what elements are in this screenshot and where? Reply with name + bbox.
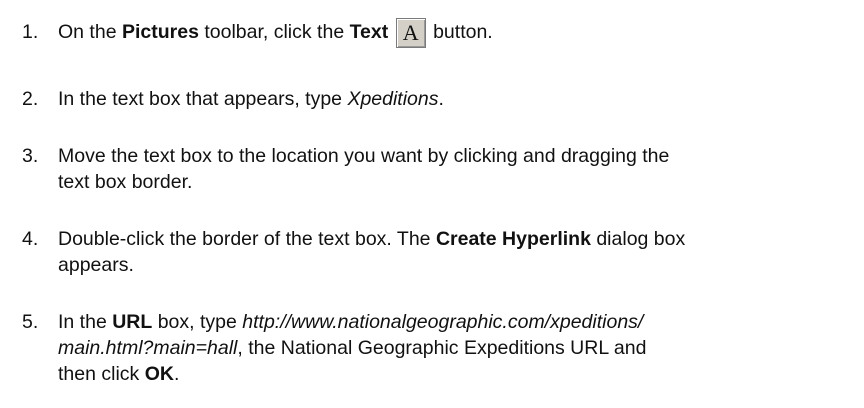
step-4: 4. Double-click the border of the text b… [22,226,842,278]
button-name: Text [349,21,389,43]
step-5: 5. In the URL box, type http://www.natio… [22,309,842,387]
step-3: 3. Move the text box to the location you… [22,143,842,195]
instruction-document: 1. On the Pictures toolbar, click the Te… [0,0,864,408]
field-name: URL [112,311,153,333]
step-number: 4. [22,228,39,250]
url-text: http://www.nationalgeographic.com/xpedit… [242,311,644,333]
ok-button-name: OK [144,363,174,385]
url-text-continued: main.html?main=hall [58,337,238,359]
step-text: On the Pictures toolbar, click the Text … [58,17,842,48]
step-1: 1. On the Pictures toolbar, click the Te… [22,17,842,48]
step-2: 2. In the text box that appears, type Xp… [22,86,842,112]
step-number: 2. [22,88,39,110]
toolbar-name: Pictures [121,21,199,43]
step-text: In the URL box, type http://www.national… [58,311,647,385]
step-text: In the text box that appears, type Xpedi… [58,88,444,110]
dialog-name: Create Hyperlink [435,228,591,250]
step-text: Double-click the border of the text box.… [58,228,686,276]
step-text: Move the text box to the location you wa… [58,145,670,193]
text-tool-a-icon: A [395,17,426,48]
step-number: 3. [22,145,39,167]
step-number: 5. [22,311,39,333]
step-number: 1. [22,21,39,43]
typed-text: Xpeditions [347,88,439,110]
